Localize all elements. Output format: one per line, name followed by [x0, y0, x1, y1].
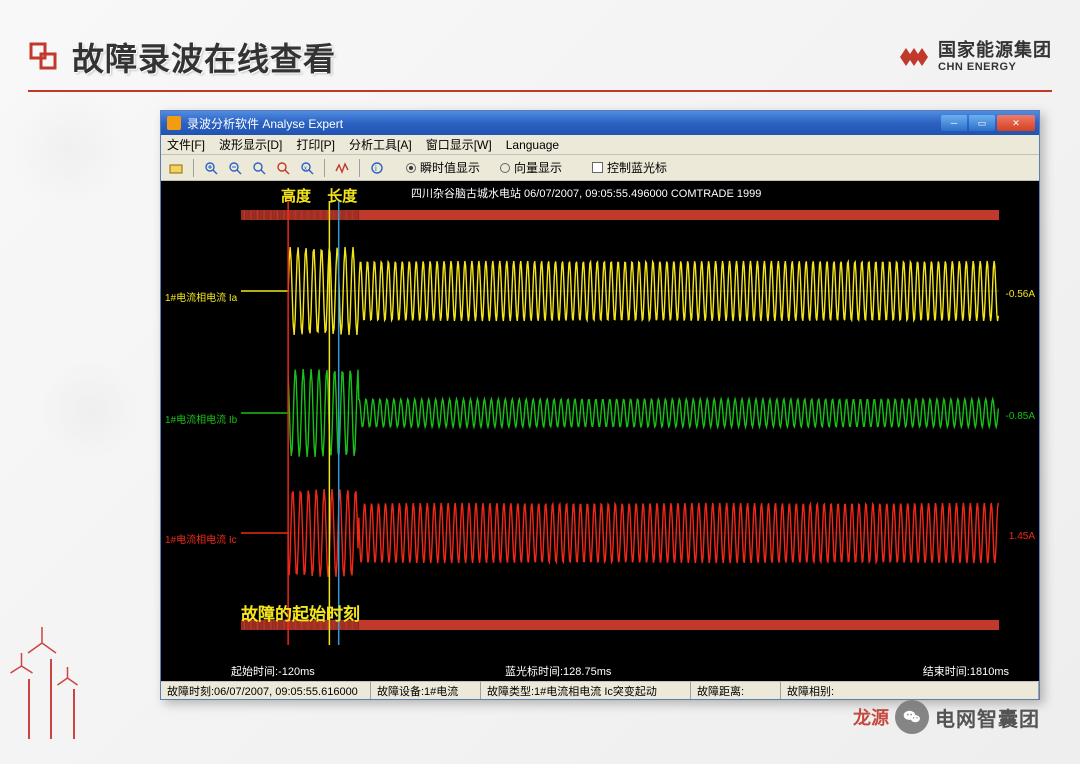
status-fault-type: 故障类型:1#电流相电流 Ic突变起动	[481, 682, 691, 699]
menu-analyse[interactable]: 分析工具[A]	[349, 136, 412, 153]
checkbox-cursor-label: 控制蓝光标	[607, 159, 667, 176]
menu-window[interactable]: 窗口显示[W]	[426, 136, 492, 153]
status-bar: 故障时刻:06/07/2007, 09:05:55.616000 故障设备:1#…	[161, 681, 1039, 699]
wind-turbine-decoration	[20, 659, 83, 744]
channel-label-ia: 1#电流相电流 Ia	[165, 289, 237, 304]
value-label-ic: 1.45A	[1009, 531, 1035, 542]
title-bullet-icon	[28, 41, 60, 73]
menu-wave-display[interactable]: 波形显示[D]	[219, 136, 282, 153]
station-info: 四川杂谷脑古城水电站 06/07/2007, 09:05:55.496000 C…	[411, 185, 761, 201]
footer-lysd: 龙源	[853, 704, 889, 730]
annotation-fault-start: 故障的起始时刻	[241, 600, 360, 625]
checkbox-control-cursor[interactable]: 控制蓝光标	[592, 159, 667, 176]
minimize-button[interactable]: ─	[941, 115, 967, 131]
brand-name-cn: 国家能源集团	[938, 41, 1052, 61]
waveform-viewport[interactable]: 高度 长度 四川杂谷脑古城水电站 06/07/2007, 09:05:55.49…	[161, 181, 1039, 681]
menu-bar: 文件[F] 波形显示[D] 打印[P] 分析工具[A] 窗口显示[W] Lang…	[161, 135, 1039, 155]
zoom-in-icon[interactable]	[202, 159, 220, 177]
time-cursor: 蓝光标时间:128.75ms	[505, 663, 611, 679]
menu-file[interactable]: 文件[F]	[167, 136, 205, 153]
zoom-fit-icon[interactable]	[274, 159, 292, 177]
close-button[interactable]: ✕	[997, 115, 1035, 131]
info-icon[interactable]: i	[368, 159, 386, 177]
time-start: 起始时间:-120ms	[231, 663, 315, 679]
slide-header: 故障录波在线查看 国家能源集团 CHN ENERGY	[0, 28, 1080, 86]
value-label-ib: -0.85A	[1006, 411, 1035, 422]
header-divider	[28, 90, 1052, 92]
radio-instant-label: 瞬时值显示	[420, 159, 480, 176]
value-label-ia: -0.56A	[1006, 289, 1035, 300]
channel-label-ib: 1#电流相电流 Ib	[165, 411, 237, 426]
window-titlebar[interactable]: 录波分析软件 Analyse Expert ─ ▭ ✕	[161, 111, 1039, 135]
svg-text:x: x	[304, 166, 307, 172]
window-title: 录波分析软件 Analyse Expert	[187, 115, 343, 132]
wechat-icon	[895, 700, 929, 734]
toolbar: x i 瞬时值显示 向量显示 控制蓝光标	[161, 155, 1039, 181]
menu-language[interactable]: Language	[506, 138, 559, 152]
zoom-out-icon[interactable]	[226, 159, 244, 177]
app-icon	[167, 116, 181, 130]
menu-print[interactable]: 打印[P]	[296, 136, 335, 153]
footer-group: 电网智囊团	[935, 703, 1040, 732]
zoom-x-icon[interactable]: x	[298, 159, 316, 177]
brand-name-en: CHN ENERGY	[938, 61, 1052, 73]
status-fault-device: 故障设备:1#电流	[371, 682, 481, 699]
radio-vector-label: 向量显示	[514, 159, 562, 176]
radio-instant-value[interactable]: 瞬时值显示	[406, 159, 480, 176]
page-title: 故障录波在线查看	[72, 34, 336, 80]
waveform-canvas[interactable]	[241, 201, 999, 645]
svg-text:i: i	[375, 164, 377, 173]
footer-watermark: 龙源 电网智囊团	[853, 700, 1040, 734]
brand-diamond-icon	[890, 40, 930, 74]
time-end: 结束时间:1810ms	[923, 663, 1009, 679]
open-icon[interactable]	[167, 159, 185, 177]
zoom-reset-icon[interactable]	[250, 159, 268, 177]
maximize-button[interactable]: ▭	[969, 115, 995, 131]
brand-logo: 国家能源集团 CHN ENERGY	[890, 40, 1052, 74]
channel-label-ic: 1#电流相电流 Ic	[165, 531, 237, 546]
wave-chart-icon[interactable]	[333, 159, 351, 177]
radio-vector-value[interactable]: 向量显示	[500, 159, 562, 176]
app-window: 录波分析软件 Analyse Expert ─ ▭ ✕ 文件[F] 波形显示[D…	[160, 110, 1040, 700]
status-fault-time: 故障时刻:06/07/2007, 09:05:55.616000	[161, 682, 371, 699]
status-fault-distance: 故障距离:	[691, 682, 781, 699]
status-fault-phase: 故障相别:	[781, 682, 1039, 699]
